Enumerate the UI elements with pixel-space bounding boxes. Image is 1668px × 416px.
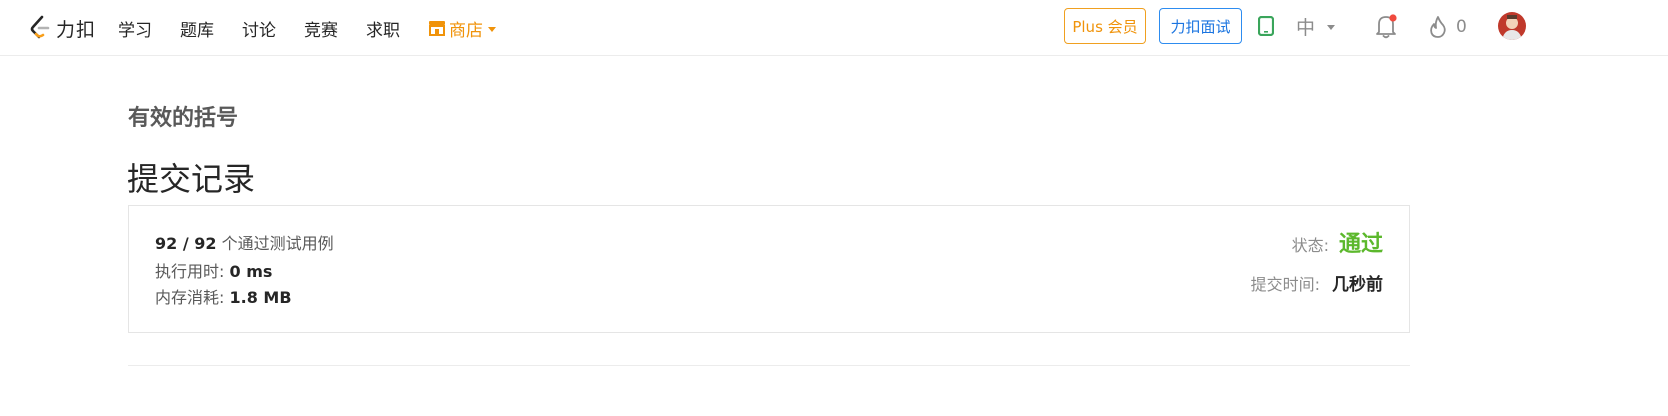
- user-avatar[interactable]: [1498, 12, 1526, 40]
- testcases-passed-suffix: 个通过测试用例: [221, 234, 334, 253]
- submit-time-value: 几秒前: [1332, 275, 1383, 295]
- runtime-label: 执行用时:: [155, 262, 225, 281]
- fire-icon: [1430, 16, 1446, 38]
- nav-item-problemset[interactable]: 题库: [180, 16, 214, 41]
- runtime-value: 0 ms: [229, 262, 273, 281]
- memory-value: 1.8 MB: [229, 288, 292, 307]
- nav-item-learn[interactable]: 学习: [118, 16, 152, 41]
- runtime-row: 执行用时: 0 ms: [155, 258, 272, 282]
- streak-count: 0: [1456, 17, 1467, 37]
- problem-title[interactable]: 有效的括号: [128, 100, 238, 132]
- tablet-icon[interactable]: [1258, 16, 1274, 36]
- logo-text: 力扣: [56, 18, 97, 41]
- store-label: 商店: [449, 20, 483, 41]
- nav-item-contest[interactable]: 竞赛: [304, 16, 338, 41]
- language-label: 中: [1296, 16, 1316, 39]
- interview-button[interactable]: 力扣面试: [1159, 8, 1242, 44]
- testcases-passed: 92 / 92 个通过测试用例: [155, 230, 334, 254]
- language-switcher[interactable]: 中: [1296, 14, 1336, 39]
- submission-result-card: 92 / 92 个通过测试用例 执行用时: 0 ms 内存消耗: 1.8 MB …: [128, 205, 1410, 333]
- memory-label: 内存消耗:: [155, 288, 225, 307]
- testcases-passed-count: 92 / 92: [155, 234, 217, 253]
- section-divider: [128, 365, 1410, 366]
- page-title: 提交记录: [127, 160, 256, 198]
- notification-bell-icon[interactable]: [1374, 13, 1398, 39]
- chevron-down-icon: [488, 26, 496, 32]
- streak-counter[interactable]: 0: [1428, 14, 1467, 40]
- nav-item-store[interactable]: 商店: [428, 16, 496, 41]
- submit-time-label: 提交时间:: [1250, 275, 1320, 294]
- nav-item-discuss[interactable]: 讨论: [242, 16, 276, 41]
- status-row: 状态: 通过: [1292, 226, 1383, 258]
- memory-row: 内存消耗: 1.8 MB: [155, 284, 292, 308]
- status-label: 状态:: [1291, 236, 1329, 255]
- leetcode-logo-icon: [30, 15, 50, 39]
- logo[interactable]: 力扣: [28, 14, 96, 42]
- main-nav: 学习 题库 讨论 竞赛 求职 商店: [118, 0, 524, 56]
- top-navbar: 力扣 学习 题库 讨论 竞赛 求职 商店 Plus 会员 力扣面试 中 0: [0, 0, 1668, 56]
- nav-item-jobs[interactable]: 求职: [366, 16, 400, 41]
- status-badge: 通过: [1338, 232, 1383, 257]
- chevron-down-icon: [1327, 24, 1336, 30]
- plus-membership-button[interactable]: Plus 会员: [1064, 8, 1146, 44]
- store-icon: [429, 21, 445, 36]
- submit-time-row: 提交时间: 几秒前: [1251, 270, 1383, 295]
